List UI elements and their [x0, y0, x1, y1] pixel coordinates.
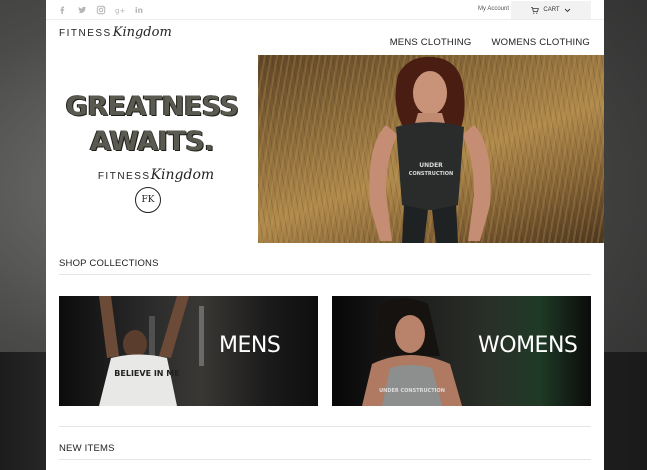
cart-label: CART	[543, 7, 560, 13]
nav-womens-clothing[interactable]: WOMENS CLOTHING	[491, 37, 590, 48]
logo-text: FITNESS	[59, 28, 112, 39]
logo-script: Kingdom	[112, 25, 172, 40]
mens-collection-label: MENS	[219, 333, 281, 358]
section-divider	[59, 426, 591, 427]
section-divider	[59, 459, 591, 460]
google-plus-icon[interactable]: g+	[115, 5, 125, 15]
mens-shirt-text: BELIEVE IN ME	[114, 369, 179, 378]
chevron-down-icon	[564, 8, 570, 12]
hero-headline: GREATNESS AWAITS.	[46, 89, 258, 159]
hero-image: UNDER CONSTRUCTION	[258, 55, 604, 243]
nav-mens-clothing[interactable]: MENS CLOTHING	[390, 37, 472, 48]
main-nav: MENS CLOTHING WOMENS CLOTHING	[390, 37, 590, 48]
site-header: FITNESS Kingdom MENS CLOTHING WOMENS CLO…	[46, 21, 604, 55]
hero-woman-figure: UNDER CONSTRUCTION	[369, 56, 491, 243]
hero-shirt-text-1: UNDER	[419, 162, 443, 169]
section-divider	[59, 274, 591, 275]
svg-text:in: in	[135, 6, 143, 15]
page-container: g+ in My Account CART FITNESS Kingdom ME…	[46, 0, 604, 470]
svg-text:g+: g+	[115, 7, 125, 15]
hero-logo-script: Kingdom	[150, 167, 215, 183]
linkedin-icon[interactable]: in	[134, 5, 144, 15]
hero-logo: FITNESS Kingdom	[86, 167, 226, 183]
cart-button[interactable]: CART	[511, 1, 591, 19]
my-account-link[interactable]: My Account	[478, 6, 509, 12]
facebook-icon[interactable]	[58, 5, 68, 15]
site-logo[interactable]: FITNESS Kingdom	[59, 25, 172, 51]
fk-badge: FK	[135, 187, 161, 213]
new-items-title: NEW ITEMS	[59, 443, 115, 454]
hero-shirt-text-2: CONSTRUCTION	[409, 171, 453, 177]
mens-collection-tile[interactable]: BELIEVE IN ME MENS	[59, 296, 318, 406]
cart-icon	[531, 6, 540, 14]
social-links: g+ in	[58, 5, 144, 15]
hero-logo-text: FITNESS	[97, 171, 151, 182]
instagram-icon[interactable]	[96, 5, 106, 15]
top-bar: g+ in My Account CART	[46, 0, 604, 20]
womens-collection-tile[interactable]: UNDER CONSTRUCTION WOMENS	[332, 296, 591, 406]
womens-shirt-text: UNDER CONSTRUCTION	[379, 388, 445, 394]
shop-collections-title: SHOP COLLECTIONS	[59, 258, 159, 269]
hero-headline-line2: AWAITS.	[90, 126, 214, 157]
hero-headline-line1: GREATNESS	[65, 91, 239, 122]
twitter-icon[interactable]	[77, 5, 87, 15]
hero-text-panel: GREATNESS AWAITS. FITNESS Kingdom FK	[46, 55, 258, 243]
womens-collection-label: WOMENS	[478, 333, 578, 358]
